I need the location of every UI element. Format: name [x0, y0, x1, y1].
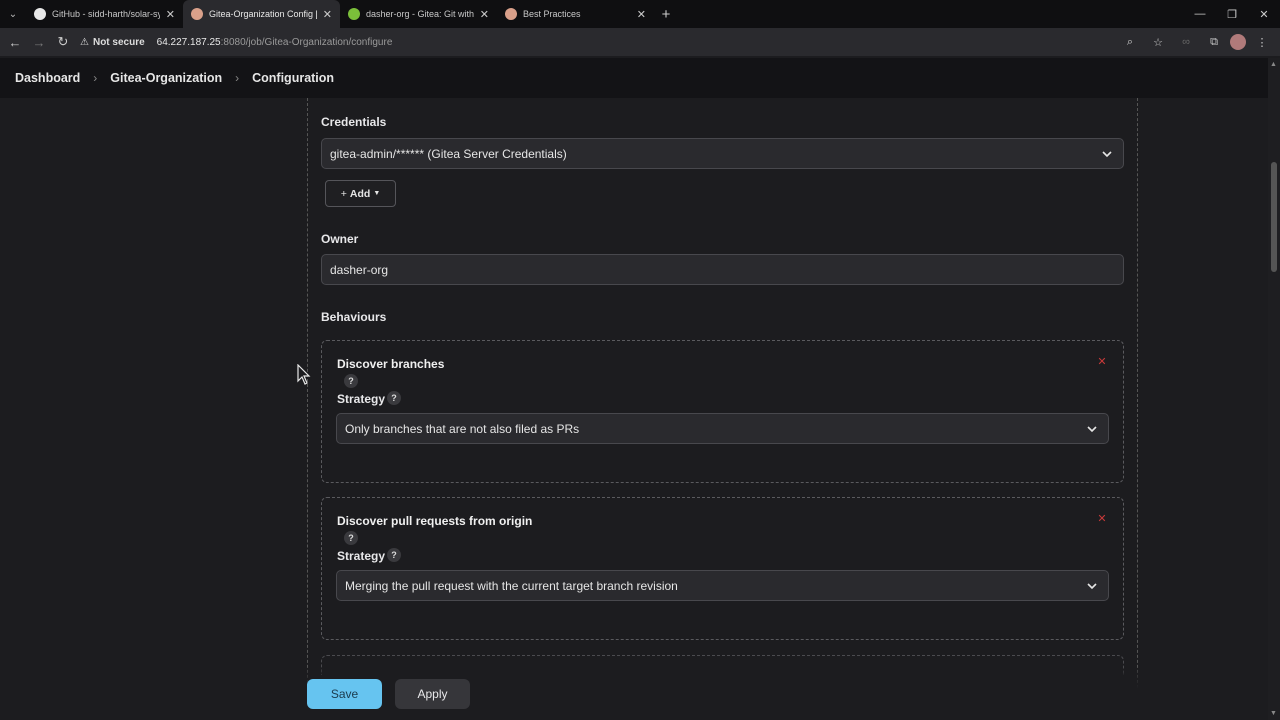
github-favicon-icon [34, 8, 46, 20]
jenkins-favicon-icon [191, 8, 203, 20]
help-icon[interactable]: ? [387, 391, 401, 405]
browser-tab-github[interactable]: GitHub - sidd-harth/solar-syste ✕ [26, 0, 183, 28]
owner-label: Owner [321, 232, 359, 246]
add-credentials-button[interactable]: + Add ▼ [325, 180, 396, 207]
credentials-select[interactable]: gitea-admin/****** (Gitea Server Credent… [321, 138, 1124, 169]
toolbar-actions: ⌕ ☆ ∞ ⧉ ⋮ [1114, 28, 1280, 56]
breadcrumb-gitea-organization[interactable]: Gitea-Organization [110, 71, 222, 85]
browser-tab-jenkins[interactable]: Gitea-Organization Config [Jenk ✕ [183, 0, 340, 28]
close-tab-icon[interactable]: ✕ [637, 8, 646, 21]
browser-tab-gitea[interactable]: dasher-org - Gitea: Git with a c ✕ [340, 0, 497, 28]
tab-title: Gitea-Organization Config [Jenk [209, 9, 317, 19]
chevron-right-icon: › [93, 71, 98, 85]
delete-behaviour-icon[interactable]: ✕ [1095, 511, 1109, 525]
browser-tab-best-practices[interactable]: Best Practices ✕ [497, 0, 654, 28]
scroll-down-icon[interactable]: ▼ [1270, 710, 1277, 717]
tab-search-icon[interactable]: ⌄ [0, 0, 26, 28]
address-bar[interactable]: ⚠ Not secure 64.227.187.25:8080/job/Gite… [80, 28, 392, 56]
save-button[interactable]: Save [307, 679, 382, 709]
reload-icon[interactable]: ↻ [51, 30, 75, 54]
chevron-down-icon [1102, 151, 1112, 158]
scroll-up-icon[interactable]: ▲ [1270, 61, 1277, 68]
help-icon[interactable]: ? [344, 531, 358, 545]
behaviour-title: Discover branches [337, 357, 445, 371]
breadcrumb-configuration[interactable]: Configuration [252, 71, 334, 85]
page-scrollbar[interactable]: ▲ ▼ [1268, 58, 1280, 720]
strategy-select[interactable]: Merging the pull request with the curren… [336, 570, 1109, 601]
chevron-right-icon: › [235, 71, 240, 85]
apply-button[interactable]: Apply [395, 679, 470, 709]
new-tab-button[interactable]: + [654, 6, 678, 23]
url-host: 64.227.187.25 [156, 36, 221, 48]
behaviour-discover-branches: Discover branches ✕ ? Strategy ? Only br… [321, 340, 1124, 483]
extension-icon[interactable]: ∞ [1174, 36, 1198, 48]
profile-avatar[interactable] [1230, 34, 1246, 50]
bottom-action-bar [0, 668, 1268, 720]
help-icon[interactable]: ? [387, 548, 401, 562]
minimize-icon[interactable]: — [1184, 0, 1216, 28]
zoom-icon[interactable]: ⌕ [1118, 36, 1142, 49]
warning-icon: ⚠ [80, 36, 89, 48]
add-label: Add [349, 187, 371, 200]
scrollbar-thumb[interactable] [1271, 162, 1277, 272]
tab-title: GitHub - sidd-harth/solar-syste [52, 9, 160, 19]
credentials-label: Credentials [321, 115, 387, 129]
behaviours-label: Behaviours [321, 310, 387, 324]
credentials-value: gitea-admin/****** (Gitea Server Credent… [330, 146, 567, 161]
security-label: Not secure [92, 36, 145, 48]
close-tab-icon[interactable]: ✕ [480, 8, 489, 21]
strategy-value: Merging the pull request with the curren… [345, 578, 678, 593]
menu-kebab-icon[interactable]: ⋮ [1250, 36, 1274, 49]
strategy-label: Strategy [337, 392, 386, 406]
forward-icon[interactable]: → [27, 30, 51, 54]
breadcrumb: Dashboard › Gitea-Organization › Configu… [0, 58, 1268, 98]
url-path: :8080/job/Gitea-Organization/configure [220, 36, 393, 48]
jenkins-favicon-icon [505, 8, 517, 20]
strategy-label: Strategy [337, 549, 386, 563]
restore-icon[interactable]: ❐ [1216, 0, 1248, 28]
caret-down-icon: ▼ [373, 190, 381, 197]
chevron-down-icon [1087, 426, 1097, 433]
owner-value: dasher-org [330, 262, 389, 277]
gitea-favicon-icon [348, 8, 360, 20]
breadcrumb-dashboard[interactable]: Dashboard [15, 71, 80, 85]
strategy-value: Only branches that are not also filed as… [345, 421, 580, 436]
browser-toolbar: ← → ↻ ⚠ Not secure 64.227.187.25:8080/jo… [0, 28, 1280, 56]
tab-title: dasher-org - Gitea: Git with a c [366, 9, 474, 19]
behaviour-title: Discover pull requests from origin [337, 514, 533, 528]
window-controls: — ❐ ✕ [1184, 0, 1280, 28]
tab-title: Best Practices [523, 9, 581, 19]
chevron-down-icon [1087, 583, 1097, 590]
close-tab-icon[interactable]: ✕ [166, 8, 175, 21]
bookmark-star-icon[interactable]: ☆ [1146, 36, 1170, 49]
behaviour-discover-pull-requests: Discover pull requests from origin ✕ ? S… [321, 497, 1124, 640]
plus-icon: + [340, 187, 347, 200]
delete-behaviour-icon[interactable]: ✕ [1095, 354, 1109, 368]
mouse-cursor-icon [297, 364, 311, 385]
help-icon[interactable]: ? [344, 374, 358, 388]
back-icon[interactable]: ← [3, 30, 27, 54]
browser-tab-strip: ⌄ GitHub - sidd-harth/solar-syste ✕ Gite… [0, 0, 1280, 28]
strategy-select[interactable]: Only branches that are not also filed as… [336, 413, 1109, 444]
owner-field[interactable]: dasher-org [321, 254, 1124, 285]
extensions-puzzle-icon[interactable]: ⧉ [1202, 36, 1226, 49]
close-tab-icon[interactable]: ✕ [323, 8, 332, 21]
close-window-icon[interactable]: ✕ [1248, 0, 1280, 28]
